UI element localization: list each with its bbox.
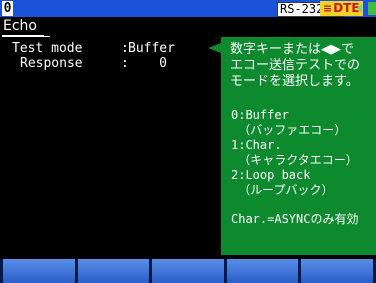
help-note: Char.=ASYNCのみ有効: [231, 212, 359, 226]
response-colon: :: [121, 56, 129, 71]
status-bar: 0 RS-232C⬏ ≡DTE: [0, 0, 376, 17]
function-key-bar: [0, 259, 376, 283]
function-key-5[interactable]: [301, 259, 376, 283]
function-key-2[interactable]: [77, 259, 153, 283]
tab-underline-tail: [44, 36, 50, 37]
response-value[interactable]: 0: [147, 56, 167, 71]
response-label: Response: [20, 56, 83, 71]
help-intro: 数字キーまたは◀▶で エコー送信テストでの モードを選択します。: [230, 42, 361, 89]
function-key-3[interactable]: [152, 259, 227, 283]
help-options: 0:Buffer （バッファエコー） 1:Char. （キャラクタエコー） 2:…: [231, 108, 358, 197]
test-mode-label: Test mode: [12, 41, 83, 56]
page-number: 0: [2, 1, 13, 16]
help-pointer: [208, 43, 221, 53]
tab-underline: [2, 35, 44, 37]
function-key-4[interactable]: [226, 259, 302, 283]
battery-icon: [368, 2, 376, 15]
signal-icon: [357, 4, 362, 13]
test-mode-value[interactable]: Buffer: [128, 41, 175, 56]
function-key-1[interactable]: [0, 259, 78, 283]
dte-arrow-icon: ≡: [323, 2, 333, 15]
tab-echo[interactable]: Echo: [3, 18, 37, 34]
